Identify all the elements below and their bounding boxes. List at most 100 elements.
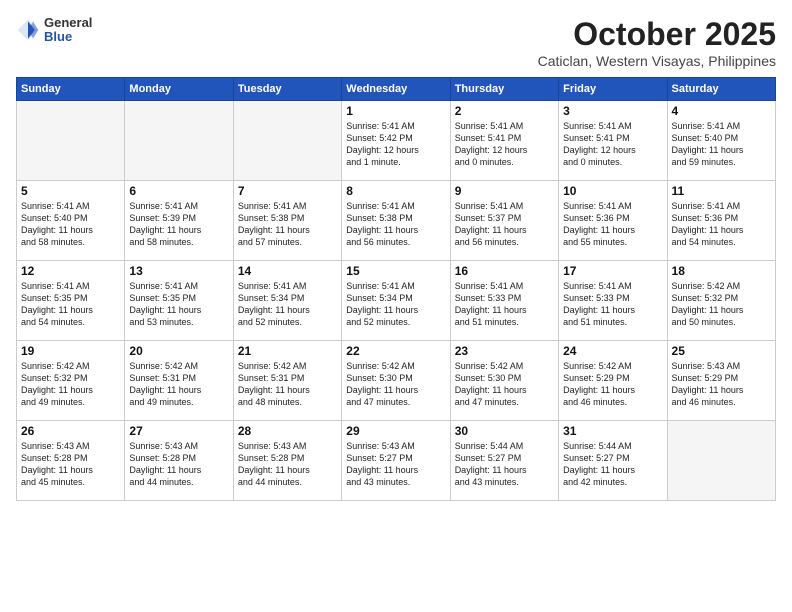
day-number: 11 (672, 184, 771, 198)
day-number: 23 (455, 344, 554, 358)
day-info: Sunrise: 5:41 AM Sunset: 5:33 PM Dayligh… (455, 280, 554, 329)
day-info: Sunrise: 5:44 AM Sunset: 5:27 PM Dayligh… (563, 440, 662, 489)
weekday-header: Wednesday (342, 78, 450, 101)
calendar-cell: 26 Sunrise: 5:43 AM Sunset: 5:28 PM Dayli… (17, 421, 125, 501)
day-number: 12 (21, 264, 120, 278)
day-info: Sunrise: 5:44 AM Sunset: 5:27 PM Dayligh… (455, 440, 554, 489)
day-info: Sunrise: 5:41 AM Sunset: 5:38 PM Dayligh… (238, 200, 337, 249)
calendar-cell: 17 Sunrise: 5:41 AM Sunset: 5:33 PM Dayli… (559, 261, 667, 341)
logo-text: General Blue (44, 16, 92, 45)
day-number: 3 (563, 104, 662, 118)
calendar-cell: 30Sunrise: 5:44 AM Sunset: 5:27 PM Dayli… (450, 421, 558, 501)
day-info: Sunrise: 5:41 AM Sunset: 5:40 PM Dayligh… (672, 120, 771, 169)
day-info: Sunrise: 5:42 AM Sunset: 5:30 PM Dayligh… (346, 360, 445, 409)
weekday-header: Friday (559, 78, 667, 101)
day-number: 31 (563, 424, 662, 438)
calendar-cell: 1Sunrise: 5:41 AM Sunset: 5:42 PM Daylig… (342, 101, 450, 181)
calendar-cell: 21Sunrise: 5:42 AM Sunset: 5:31 PM Dayli… (233, 341, 341, 421)
calendar-cell: 22Sunrise: 5:42 AM Sunset: 5:30 PM Dayli… (342, 341, 450, 421)
calendar-cell: 24Sunrise: 5:42 AM Sunset: 5:29 PM Dayli… (559, 341, 667, 421)
day-info: Sunrise: 5:42 AM Sunset: 5:29 PM Dayligh… (563, 360, 662, 409)
day-number: 13 (129, 264, 228, 278)
day-number: 14 (238, 264, 337, 278)
day-number: 6 (129, 184, 228, 198)
calendar-cell: 12Sunrise: 5:41 AM Sunset: 5:35 PM Dayli… (17, 261, 125, 341)
calendar-cell (17, 101, 125, 181)
calendar-header-row: SundayMondayTuesdayWednesdayThursdayFrid… (17, 78, 776, 101)
logo: General Blue (16, 16, 92, 45)
day-info: Sunrise: 5:41 AM Sunset: 5:33 PM Dayligh… (563, 280, 662, 329)
weekday-header: Monday (125, 78, 233, 101)
calendar-week-row: 12 Sunrise: 5:41 AM Sunset: 5:35 PM Dayli… (17, 261, 776, 341)
calendar-cell: 27Sunrise: 5:43 AM Sunset: 5:28 PM Dayli… (125, 421, 233, 501)
calendar-cell: 18Sunrise: 5:42 AM Sunset: 5:32 PM Dayli… (667, 261, 775, 341)
day-info: Sunrise: 5:41 AM Sunset: 5:37 PM Dayligh… (455, 200, 554, 249)
day-number: 27 (129, 424, 228, 438)
calendar-cell: 5Sunrise: 5:41 AM Sunset: 5:40 PM Daylig… (17, 181, 125, 261)
calendar-cell (125, 101, 233, 181)
day-info: Sunrise: 5:41 AM Sunset: 5:34 PM Dayligh… (238, 280, 337, 329)
day-number: 28 (238, 424, 337, 438)
day-number: 25 (672, 344, 771, 358)
day-info: Sunrise: 5:43 AM Sunset: 5:28 PM Dayligh… (21, 440, 120, 489)
weekday-header: Saturday (667, 78, 775, 101)
calendar-cell: 14 Sunrise: 5:41 AM Sunset: 5:34 PM Dayli… (233, 261, 341, 341)
day-info: Sunrise: 5:41 AM Sunset: 5:40 PM Dayligh… (21, 200, 120, 249)
day-number: 9 (455, 184, 554, 198)
calendar-cell: 19 Sunrise: 5:42 AM Sunset: 5:32 PM Dayli… (17, 341, 125, 421)
day-info: Sunrise: 5:42 AM Sunset: 5:32 PM Dayligh… (672, 280, 771, 329)
title-block: October 2025 Caticlan, Western Visayas, … (538, 16, 776, 69)
calendar-cell (667, 421, 775, 501)
day-info: Sunrise: 5:41 AM Sunset: 5:38 PM Dayligh… (346, 200, 445, 249)
calendar-table: SundayMondayTuesdayWednesdayThursdayFrid… (16, 77, 776, 501)
day-info: Sunrise: 5:42 AM Sunset: 5:31 PM Dayligh… (129, 360, 228, 409)
calendar-cell: 10 Sunrise: 5:41 AM Sunset: 5:36 PM Dayli… (559, 181, 667, 261)
day-number: 4 (672, 104, 771, 118)
day-info: Sunrise: 5:41 AM Sunset: 5:41 PM Dayligh… (455, 120, 554, 169)
calendar-cell: 28 Sunrise: 5:43 AM Sunset: 5:28 PM Dayli… (233, 421, 341, 501)
calendar-cell: 29 Sunrise: 5:43 AM Sunset: 5:27 PM Dayli… (342, 421, 450, 501)
day-number: 20 (129, 344, 228, 358)
calendar-cell (233, 101, 341, 181)
calendar-cell: 9 Sunrise: 5:41 AM Sunset: 5:37 PM Daylig… (450, 181, 558, 261)
month-title: October 2025 (538, 16, 776, 53)
day-number: 8 (346, 184, 445, 198)
day-info: Sunrise: 5:42 AM Sunset: 5:32 PM Dayligh… (21, 360, 120, 409)
calendar-cell: 13 Sunrise: 5:41 AM Sunset: 5:35 PM Dayli… (125, 261, 233, 341)
calendar-week-row: 19 Sunrise: 5:42 AM Sunset: 5:32 PM Dayli… (17, 341, 776, 421)
day-info: Sunrise: 5:41 AM Sunset: 5:36 PM Dayligh… (563, 200, 662, 249)
day-number: 19 (21, 344, 120, 358)
logo-icon (16, 18, 40, 42)
day-info: Sunrise: 5:41 AM Sunset: 5:34 PM Dayligh… (346, 280, 445, 329)
location-title: Caticlan, Western Visayas, Philippines (538, 53, 776, 69)
day-number: 17 (563, 264, 662, 278)
calendar-cell: 20 Sunrise: 5:42 AM Sunset: 5:31 PM Dayli… (125, 341, 233, 421)
calendar-cell: 16 Sunrise: 5:41 AM Sunset: 5:33 PM Dayli… (450, 261, 558, 341)
day-info: Sunrise: 5:43 AM Sunset: 5:28 PM Dayligh… (238, 440, 337, 489)
day-number: 15 (346, 264, 445, 278)
day-info: Sunrise: 5:43 AM Sunset: 5:29 PM Dayligh… (672, 360, 771, 409)
calendar-week-row: 5Sunrise: 5:41 AM Sunset: 5:40 PM Daylig… (17, 181, 776, 261)
calendar-week-row: 26 Sunrise: 5:43 AM Sunset: 5:28 PM Dayli… (17, 421, 776, 501)
day-number: 26 (21, 424, 120, 438)
day-number: 7 (238, 184, 337, 198)
day-number: 29 (346, 424, 445, 438)
day-info: Sunrise: 5:41 AM Sunset: 5:35 PM Dayligh… (129, 280, 228, 329)
calendar-cell: 2Sunrise: 5:41 AM Sunset: 5:41 PM Daylig… (450, 101, 558, 181)
weekday-header: Tuesday (233, 78, 341, 101)
calendar-cell: 31 Sunrise: 5:44 AM Sunset: 5:27 PM Dayli… (559, 421, 667, 501)
day-number: 16 (455, 264, 554, 278)
day-info: Sunrise: 5:43 AM Sunset: 5:27 PM Dayligh… (346, 440, 445, 489)
calendar-cell: 8 Sunrise: 5:41 AM Sunset: 5:38 PM Daylig… (342, 181, 450, 261)
logo-blue: Blue (44, 30, 92, 44)
weekday-header: Sunday (17, 78, 125, 101)
calendar-cell: 3Sunrise: 5:41 AM Sunset: 5:41 PM Daylig… (559, 101, 667, 181)
day-info: Sunrise: 5:42 AM Sunset: 5:30 PM Dayligh… (455, 360, 554, 409)
day-number: 10 (563, 184, 662, 198)
logo-general: General (44, 16, 92, 30)
page-header: General Blue October 2025 Caticlan, West… (16, 16, 776, 69)
calendar-cell: 7 Sunrise: 5:41 AM Sunset: 5:38 PM Daylig… (233, 181, 341, 261)
calendar-cell: 25 Sunrise: 5:43 AM Sunset: 5:29 PM Dayli… (667, 341, 775, 421)
calendar-week-row: 1Sunrise: 5:41 AM Sunset: 5:42 PM Daylig… (17, 101, 776, 181)
day-info: Sunrise: 5:41 AM Sunset: 5:36 PM Dayligh… (672, 200, 771, 249)
